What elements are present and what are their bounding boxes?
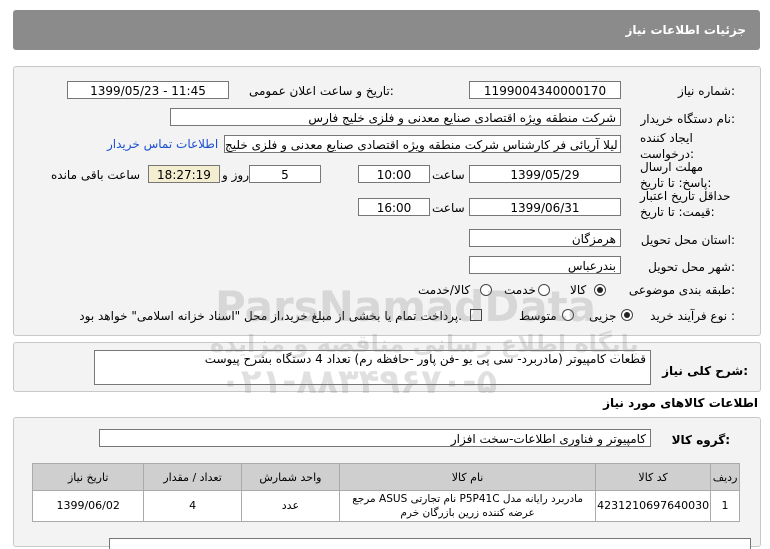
validity-time-field: 16:00 xyxy=(358,198,430,216)
remaining-time-field: 18:27:19 xyxy=(148,165,220,183)
goods-group-field: کامپیوتر و فناوری اطلاعات-سخت افزار xyxy=(99,429,651,447)
category-radio-goods-service[interactable] xyxy=(480,284,492,296)
validity-date-field: 1399/06/31 xyxy=(469,198,621,216)
page-title: جزئیات اطلاعات نیاز xyxy=(625,23,746,37)
goods-group-label: گروه کالا: xyxy=(671,433,730,447)
purchase-option-minor: جزیی xyxy=(589,309,617,323)
notes-field-partial xyxy=(109,538,751,549)
buyer-field: شرکت منطقه ویژه اقتصادی صنایع معدنی و فل… xyxy=(170,108,621,126)
need-info-panel: شماره نیاز: 1199004340000170 تاریخ و ساع… xyxy=(13,66,761,336)
category-option-goods-service: کالا/خدمت xyxy=(418,283,471,297)
goods-panel: گروه کالا: کامپیوتر و فناوری اطلاعات-سخت… xyxy=(13,417,761,549)
cell-index: 1 xyxy=(710,490,740,522)
need-number-label: شماره نیاز: xyxy=(677,84,735,98)
province-label: استان محل تحویل: xyxy=(640,233,735,247)
col-header-name: نام کالا xyxy=(339,463,597,491)
announce-field: 1399/05/23 - 11:45 xyxy=(67,81,229,99)
deadline-time-field: 10:00 xyxy=(358,165,430,183)
col-header-index: ردیف xyxy=(710,463,740,491)
validity-label: حداقل تاریخ اعتبار قیمت: تا تاریخ: xyxy=(640,189,731,219)
category-option-service: خدمت xyxy=(504,283,536,297)
table-row[interactable]: 1 4231210697640030 مادربرد رایانه مدل P5… xyxy=(31,490,740,522)
days-remaining-field: 5 xyxy=(249,165,321,183)
purchase-option-medium: متوسط xyxy=(519,309,557,323)
days-label: روز و xyxy=(222,168,249,182)
col-header-unit: واحد شمارش xyxy=(240,463,341,491)
cell-unit: عدد xyxy=(240,490,341,522)
category-label: طبقه بندی موضوعی: xyxy=(628,283,735,297)
treasury-payment-checkbox[interactable] xyxy=(470,309,482,321)
page-header: جزئیات اطلاعات نیاز xyxy=(13,10,760,50)
treasury-payment-note: پرداخت تمام یا بخشی از مبلغ خرید،از محل … xyxy=(79,309,462,323)
creator-field: لیلا آریائی فر کارشناس شرکت منطقه ویژه ا… xyxy=(224,135,621,153)
buyer-label: نام دستگاه خریدار: xyxy=(640,112,736,126)
announce-label: تاریخ و ساعت اعلان عمومی: xyxy=(249,84,394,98)
goods-table: ردیف کد کالا نام کالا واحد شمارش تعداد /… xyxy=(31,463,740,522)
deadline-label: مهلت ارسال پاسخ: تا تاریخ: xyxy=(640,160,712,190)
creator-label: ایجاد کننده درخواست: xyxy=(640,131,694,161)
cell-name: مادربرد رایانه مدل P5P41C نام تجارتی ASU… xyxy=(339,490,597,522)
purchase-type-label: نوع فرآیند خرید : xyxy=(650,309,735,323)
col-header-code: کد کالا xyxy=(595,463,712,491)
description-field: قطعات کامپیوتر (مادربرد- سی پی یو -فن پا… xyxy=(94,350,651,385)
city-field: بندرعباس xyxy=(469,256,621,274)
purchase-radio-minor[interactable] xyxy=(621,309,633,321)
buyer-contact-link[interactable]: اطلاعات تماس خریدار xyxy=(107,137,218,151)
remaining-time-label: ساعت باقی مانده xyxy=(51,168,141,182)
category-radio-service[interactable] xyxy=(538,284,550,296)
cell-qty: 4 xyxy=(143,490,242,522)
description-label: شرح کلی نیاز: xyxy=(662,364,748,378)
cell-date: 1399/06/02 xyxy=(31,490,145,522)
province-field: هرمزگان xyxy=(469,229,621,247)
cell-code: 4231210697640030 xyxy=(595,490,712,522)
category-radio-goods[interactable] xyxy=(594,284,606,296)
city-label: شهر محل تحویل: xyxy=(648,260,735,274)
deadline-time-label: ساعت xyxy=(432,168,465,182)
col-header-qty: تعداد / مقدار xyxy=(143,463,242,491)
purchase-radio-medium[interactable] xyxy=(562,309,574,321)
validity-time-label: ساعت xyxy=(432,201,465,215)
goods-section-title: اطلاعات کالاهای مورد نیاز xyxy=(603,396,758,410)
category-option-goods: کالا xyxy=(570,283,587,297)
description-panel: شرح کلی نیاز: قطعات کامپیوتر (مادربرد- س… xyxy=(13,342,761,392)
need-number-field: 1199004340000170 xyxy=(469,81,621,99)
col-header-date: تاریخ نیاز xyxy=(31,463,145,491)
deadline-date-field: 1399/05/29 xyxy=(469,165,621,183)
